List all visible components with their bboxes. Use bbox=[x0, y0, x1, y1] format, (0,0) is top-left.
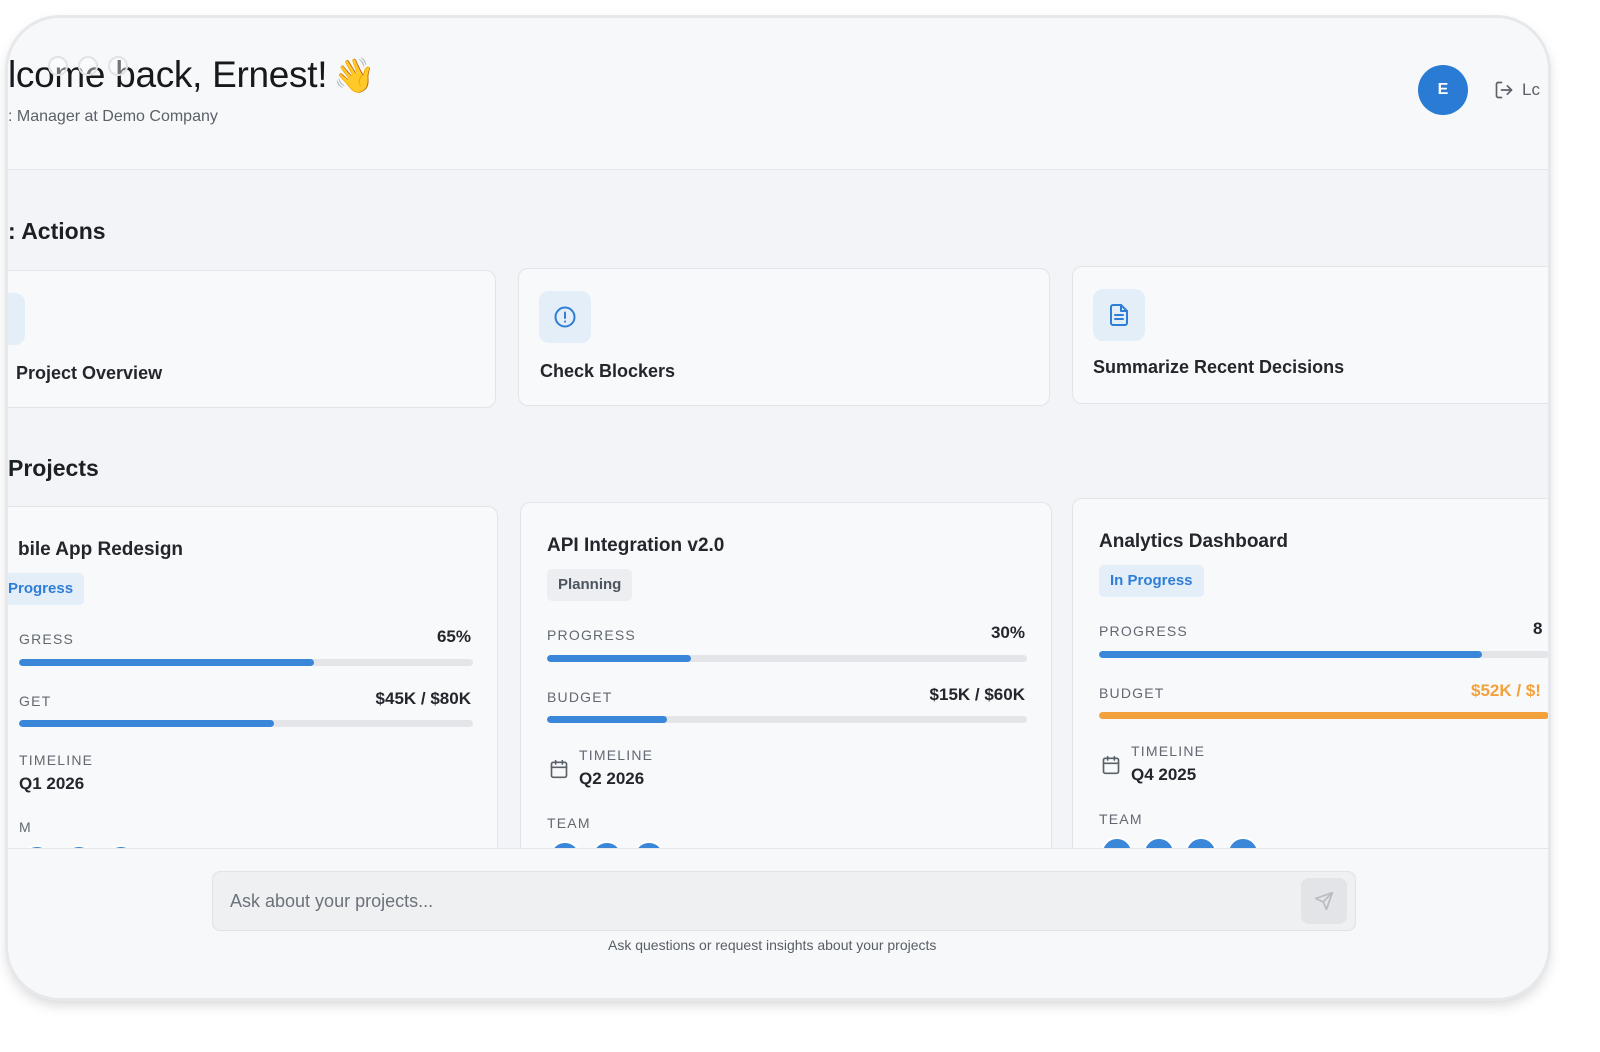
project-title: Analytics Dashboard bbox=[1099, 531, 1288, 552]
calendar-icon bbox=[550, 759, 568, 779]
chat-input[interactable] bbox=[213, 872, 1293, 930]
quick-action-project-overview[interactable]: Project Overview bbox=[8, 270, 496, 408]
project-card-api-integration[interactable]: API Integration v2.0 Planning PROGRESS 3… bbox=[520, 502, 1052, 873]
budget-label: BUDGET bbox=[1099, 685, 1165, 701]
progress-value: 65% bbox=[436, 627, 471, 646]
budget-bar bbox=[19, 720, 473, 727]
quick-action-label: Summarize Recent Decisions bbox=[1093, 357, 1345, 377]
page-header: lcome back, Ernest! 👋 : Manager at Demo C… bbox=[8, 18, 1548, 170]
budget-label: BUDGET bbox=[547, 689, 613, 705]
timeline-value: Q4 2025 bbox=[1131, 765, 1197, 784]
chart-icon bbox=[8, 293, 25, 345]
status-badge: Planning bbox=[547, 569, 633, 601]
team-label: TEAM bbox=[547, 815, 591, 831]
document-icon bbox=[1093, 289, 1145, 341]
window-controls bbox=[48, 56, 128, 76]
project-card-mobile-app[interactable]: bile App Redesign Progress GRESS 65% GET… bbox=[8, 506, 498, 877]
close-window-button[interactable] bbox=[48, 56, 68, 76]
project-title: API Integration v2.0 bbox=[547, 535, 725, 556]
team-label: M bbox=[19, 819, 32, 835]
send-button[interactable] bbox=[1301, 878, 1347, 924]
calendar-icon bbox=[1102, 755, 1120, 775]
send-icon bbox=[1314, 891, 1334, 911]
alert-circle-icon bbox=[539, 291, 591, 343]
budget-fill bbox=[1099, 712, 1548, 719]
progress-fill bbox=[19, 659, 315, 666]
user-role-subtitle: : Manager at Demo Company bbox=[8, 108, 218, 125]
budget-label: GET bbox=[19, 693, 52, 709]
team-label: TEAM bbox=[1099, 811, 1143, 827]
progress-value: 8 bbox=[1533, 619, 1543, 638]
progress-fill bbox=[1099, 651, 1482, 658]
logout-button[interactable]: Lc bbox=[1494, 80, 1540, 100]
budget-value: $45K / $80K bbox=[375, 689, 471, 708]
progress-fill bbox=[547, 655, 691, 662]
timeline-value: Q1 2026 bbox=[19, 774, 85, 793]
minimize-window-button[interactable] bbox=[78, 56, 98, 76]
project-card-analytics-dashboard[interactable]: Analytics Dashboard In Progress PROGRESS… bbox=[1072, 498, 1548, 869]
projects-title: Projects bbox=[8, 455, 99, 481]
budget-value: $52K / $! bbox=[1471, 681, 1541, 700]
progress-label: PROGRESS bbox=[1099, 623, 1188, 639]
wave-emoji-icon: 👋 bbox=[333, 57, 376, 95]
logout-label: Lc bbox=[1522, 80, 1540, 99]
progress-value: 30% bbox=[990, 623, 1025, 642]
progress-bar bbox=[1099, 651, 1548, 658]
budget-fill bbox=[547, 716, 667, 723]
quick-action-label: Project Overview bbox=[16, 363, 163, 383]
logout-icon bbox=[1495, 81, 1513, 99]
project-title: bile App Redesign bbox=[18, 539, 184, 560]
budget-value: $15K / $60K bbox=[929, 685, 1025, 704]
progress-bar bbox=[547, 655, 1027, 662]
maximize-window-button[interactable] bbox=[108, 56, 128, 76]
status-badge: Progress bbox=[8, 573, 85, 605]
budget-fill bbox=[19, 720, 275, 727]
progress-bar bbox=[19, 659, 473, 666]
budget-bar bbox=[1099, 712, 1548, 719]
budget-bar bbox=[547, 716, 1027, 723]
chat-input-container bbox=[212, 871, 1356, 931]
quick-actions-title: : Actions bbox=[8, 218, 106, 244]
progress-label: GRESS bbox=[19, 631, 75, 647]
timeline-label: TIMELINE bbox=[579, 747, 654, 763]
timeline-label: TIMELINE bbox=[19, 752, 94, 768]
timeline-value: Q2 2026 bbox=[579, 769, 645, 788]
quick-action-label: Check Blockers bbox=[540, 361, 676, 381]
app-window: lcome back, Ernest! 👋 : Manager at Demo C… bbox=[8, 18, 1548, 998]
chat-bar: Ask questions or request insights about … bbox=[8, 848, 1548, 998]
status-badge: In Progress bbox=[1099, 565, 1204, 597]
timeline-label: TIMELINE bbox=[1131, 743, 1206, 759]
quick-action-summarize-decisions[interactable]: Summarize Recent Decisions bbox=[1072, 266, 1548, 404]
chat-hint: Ask questions or request insights about … bbox=[608, 937, 937, 953]
quick-action-check-blockers[interactable]: Check Blockers bbox=[518, 268, 1050, 406]
progress-label: PROGRESS bbox=[547, 627, 636, 643]
avatar[interactable]: E bbox=[1418, 65, 1468, 115]
